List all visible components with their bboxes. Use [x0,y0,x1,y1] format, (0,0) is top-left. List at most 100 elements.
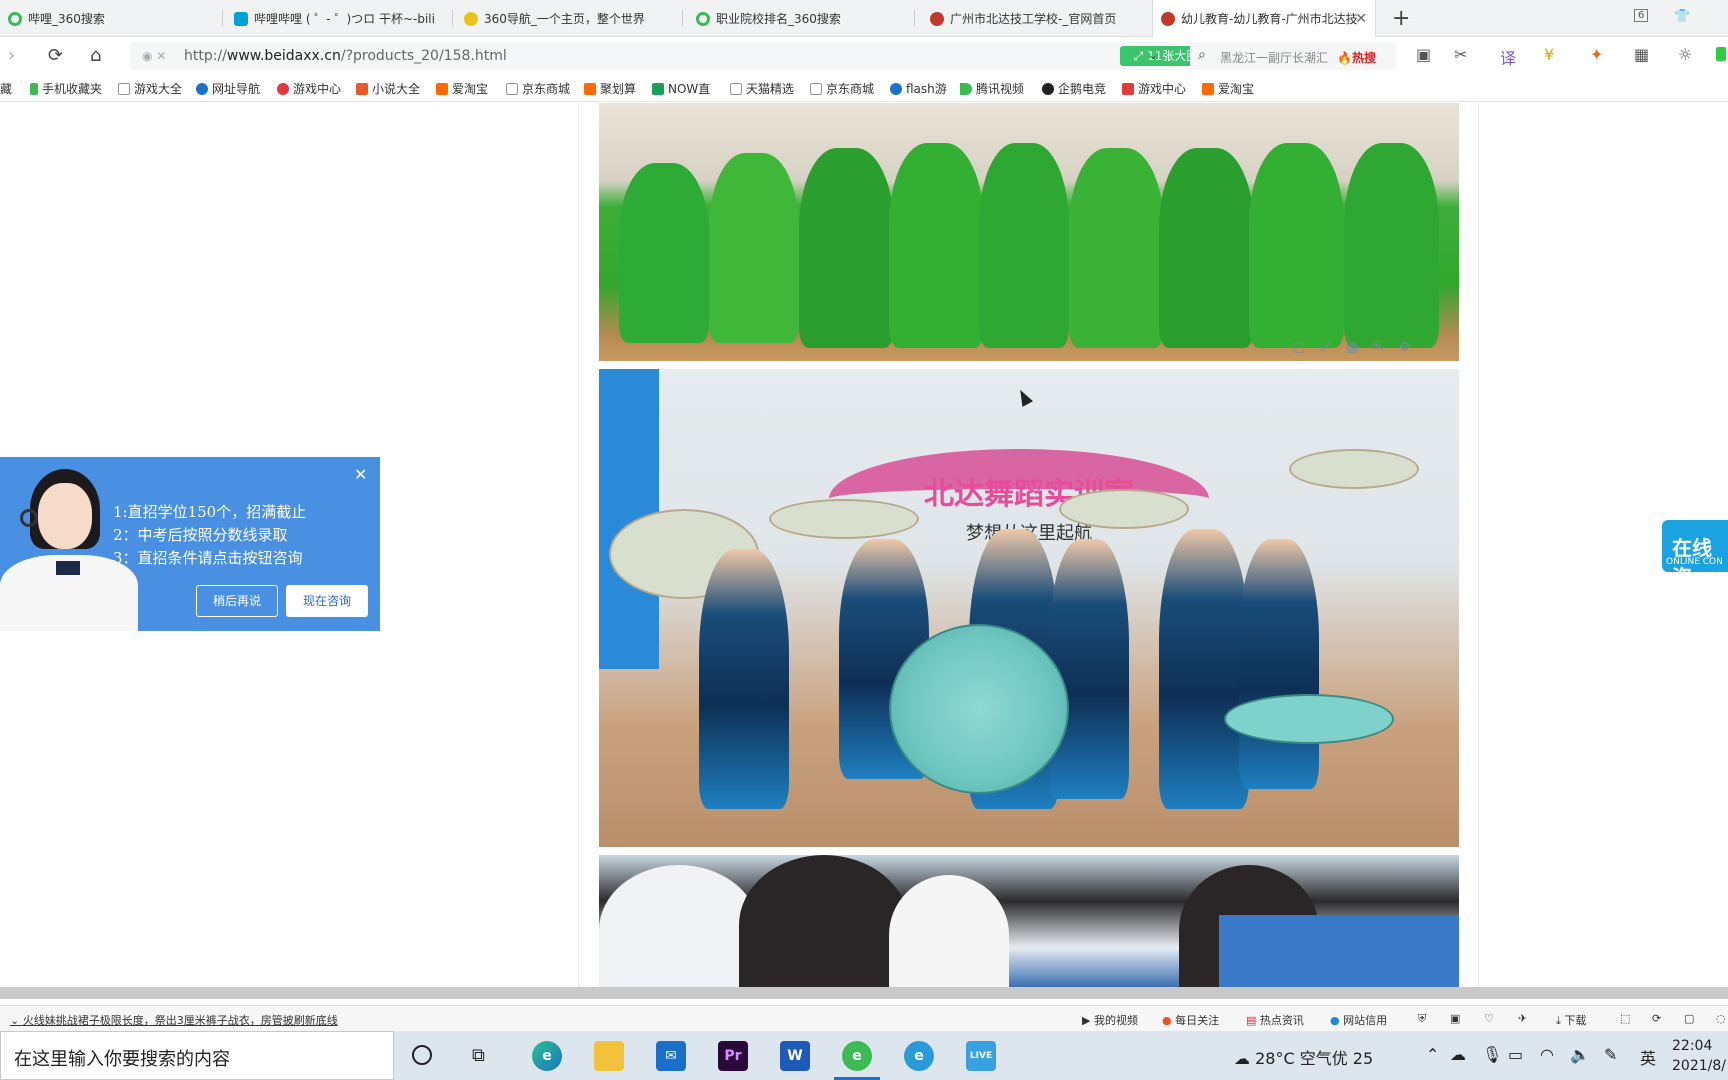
wifi-icon[interactable]: ◠ [1540,1045,1554,1064]
tab-label: 哔哩_360搜索 [28,12,105,26]
site-credit-link[interactable]: ● 网站信用 [1330,1012,1387,1028]
bookmark-item[interactable]: 游戏大全 [118,80,182,97]
bookmark-item[interactable]: 京东商城 [506,80,570,97]
site-info-icon[interactable]: ◉ ✕ [142,49,166,63]
hot-news-link[interactable]: ▤ 热点资讯 [1246,1012,1304,1028]
scissors-icon[interactable]: ✂ [1454,45,1467,64]
new-tab-icon[interactable]: + [1392,6,1410,31]
daily-follow-link[interactable]: ● 每日关注 [1162,1012,1219,1028]
tab-5[interactable]: 广州市北达技工学校-_官网首页 [922,0,1142,37]
edge-icon[interactable]: e [532,1041,562,1071]
copy-icon[interactable]: ▢ [1293,340,1305,355]
tab-label: 幼儿教育-幼儿教育-广州市北达技 [1181,12,1357,26]
input-method-indicator[interactable]: 英 [1640,1045,1656,1069]
bookmark-item[interactable]: NOW直 [652,80,710,97]
download-link[interactable]: ⤓ 下载 [1556,1012,1586,1028]
cloud-icon[interactable]: ☁ [1450,1045,1466,1064]
window-icon[interactable]: ▢ [1684,1012,1694,1025]
microphone-icon[interactable]: 🎙 [1482,1045,1502,1064]
dance-photo-green[interactable] [599,103,1459,361]
bookmark-item[interactable]: 腾讯视频 [960,80,1024,97]
url-text: http://www.beidaxx.cn/?products_20/158.h… [184,48,507,64]
refresh-icon[interactable]: ⟳ [1652,1012,1661,1025]
later-button[interactable]: 稍后再说 [196,585,278,617]
horizontal-scrollbar[interactable] [0,987,1728,999]
search-box[interactable]: ⌕ 黑龙江一副厅长潮汇 🔥热搜 [1190,42,1396,70]
bookmark-item[interactable]: 天猫精选 [730,80,794,97]
umbrella [769,499,919,539]
image-icon[interactable]: ▣ [1450,1012,1460,1025]
student-figure [739,855,909,987]
360-browser-icon[interactable]: e [842,1041,872,1071]
bookmark-item[interactable]: 爱淘宝 [436,80,488,97]
rocket-icon[interactable]: ✈ [1518,1012,1527,1025]
mail-icon[interactable]: ✉ [656,1041,686,1071]
compass-icon [196,82,208,95]
puzzle-icon[interactable]: ⬚ [1620,1012,1630,1025]
word-icon[interactable]: W [780,1041,810,1071]
game-icon[interactable]: ✦ [1590,45,1603,64]
windows-taskbar: 在这里输入你要搜索的内容 ⧉ e ✉ Pr W e e LIVE ☁ 28°C … [0,1031,1728,1080]
reading-mode-icon[interactable]: ▣ [1416,45,1431,64]
expand-icon[interactable]: ◌ [1716,1012,1726,1025]
classroom-photo[interactable] [599,855,1459,987]
tab-6-active[interactable]: 幼儿教育-幼儿教育-广州市北达技 ✕ [1152,0,1376,37]
share-icon[interactable]: ⇱ [1373,340,1384,355]
taskbar-search-box[interactable]: 在这里输入你要搜索的内容 [0,1031,394,1080]
dance-photo-umbrella[interactable]: 北达舞蹈实训室 梦想从这里起航 [599,369,1459,847]
settings-icon[interactable]: ⚙ [1399,340,1411,355]
popup-line-3: 3：直招条件请点击按钮咨询 [113,549,303,567]
system-clock[interactable]: 22:04 2021/8/ [1672,1036,1726,1076]
bookmark-item[interactable]: 小说大全 [356,80,420,97]
tab-3[interactable]: 360导航_一个主页，整个世界 [456,0,676,37]
bookmark-item[interactable]: flash游 [890,80,947,97]
premiere-icon[interactable]: Pr [718,1041,748,1071]
bookmark-item[interactable]: 京东商城 [810,80,874,97]
online-consult-button[interactable]: 在线咨 ONLINE CON [1662,520,1728,589]
file-explorer-icon[interactable] [594,1041,624,1071]
green-status-icon[interactable] [1716,47,1726,61]
address-bar[interactable]: ◉ ✕ http://www.beidaxx.cn/?products_20/1… [130,42,1258,70]
tab-4[interactable]: 职业院校排名_360搜索 [688,0,908,37]
bookmark-item[interactable]: 企鹅电竞 [1042,80,1106,97]
turquoise-umbrella [1224,694,1394,744]
home-icon[interactable]: ⌂ [90,45,101,66]
fullscreen-icon[interactable]: ⤢ [1320,340,1330,355]
shirt-icon[interactable]: 👕 [1674,9,1690,24]
weather-widget[interactable]: ☁ 28°C 空气优 25 [1234,1045,1373,1069]
forward-icon[interactable]: › [8,45,15,66]
tab-count-badge[interactable]: 6 [1634,9,1649,22]
close-tab-icon[interactable]: ✕ [1355,11,1367,27]
heart-icon[interactable]: ♡ [1484,1012,1494,1025]
consult-now-button[interactable]: 现在咨询 [286,585,368,617]
cortana-icon[interactable] [412,1045,432,1065]
bookmark-item[interactable]: 藏 [0,80,12,97]
battery-icon[interactable]: ▭ [1508,1045,1523,1064]
bookmark-item[interactable]: 游戏中心 [277,80,341,97]
news-ticker-link[interactable]: ⌄ 火线妹挑战裙子极限长度，祭出3厘米裤子战衣，房管披刷新底线 [10,1012,338,1028]
apps-grid-icon[interactable]: ▦ [1634,45,1649,64]
bookmark-item[interactable]: 网址导航 [196,80,260,97]
task-view-icon[interactable]: ⧉ [472,1045,485,1066]
coin-icon[interactable]: ¥ [1544,45,1554,64]
reload-icon[interactable]: ⟳ [48,45,63,66]
save-icon[interactable]: ▤ [1346,340,1358,355]
volume-icon[interactable]: 🔈 [1570,1045,1590,1064]
chevron-down-icon[interactable]: ⌄ [1148,48,1158,62]
ie-icon[interactable]: e [904,1041,934,1071]
hot-search-label[interactable]: 🔥热搜 [1337,49,1376,66]
close-icon[interactable]: ✕ [354,465,367,484]
brightness-icon[interactable]: ☼ [1678,45,1692,64]
show-hidden-icons[interactable]: ⌃ [1426,1045,1439,1064]
bookmark-item[interactable]: 聚划算 [584,80,636,97]
my-video-link[interactable]: ▶ 我的视频 [1082,1012,1138,1028]
tab-2[interactable]: 哔哩哔哩 ( ゜- ゜)つロ 干杯~-bili [226,0,446,37]
bookmark-item[interactable]: 手机收藏夹 [30,80,102,97]
shield-icon[interactable]: ⛨ [1418,1012,1426,1026]
live-wallpaper-icon[interactable]: LIVE [966,1041,996,1071]
tab-1[interactable]: 哔哩_360搜索 [0,0,220,37]
translate-icon[interactable]: 译 [1500,45,1516,69]
pen-icon[interactable]: ✎ [1604,1045,1617,1064]
bookmark-item[interactable]: 游戏中心 [1122,80,1186,97]
bookmark-item[interactable]: 爱淘宝 [1202,80,1254,97]
